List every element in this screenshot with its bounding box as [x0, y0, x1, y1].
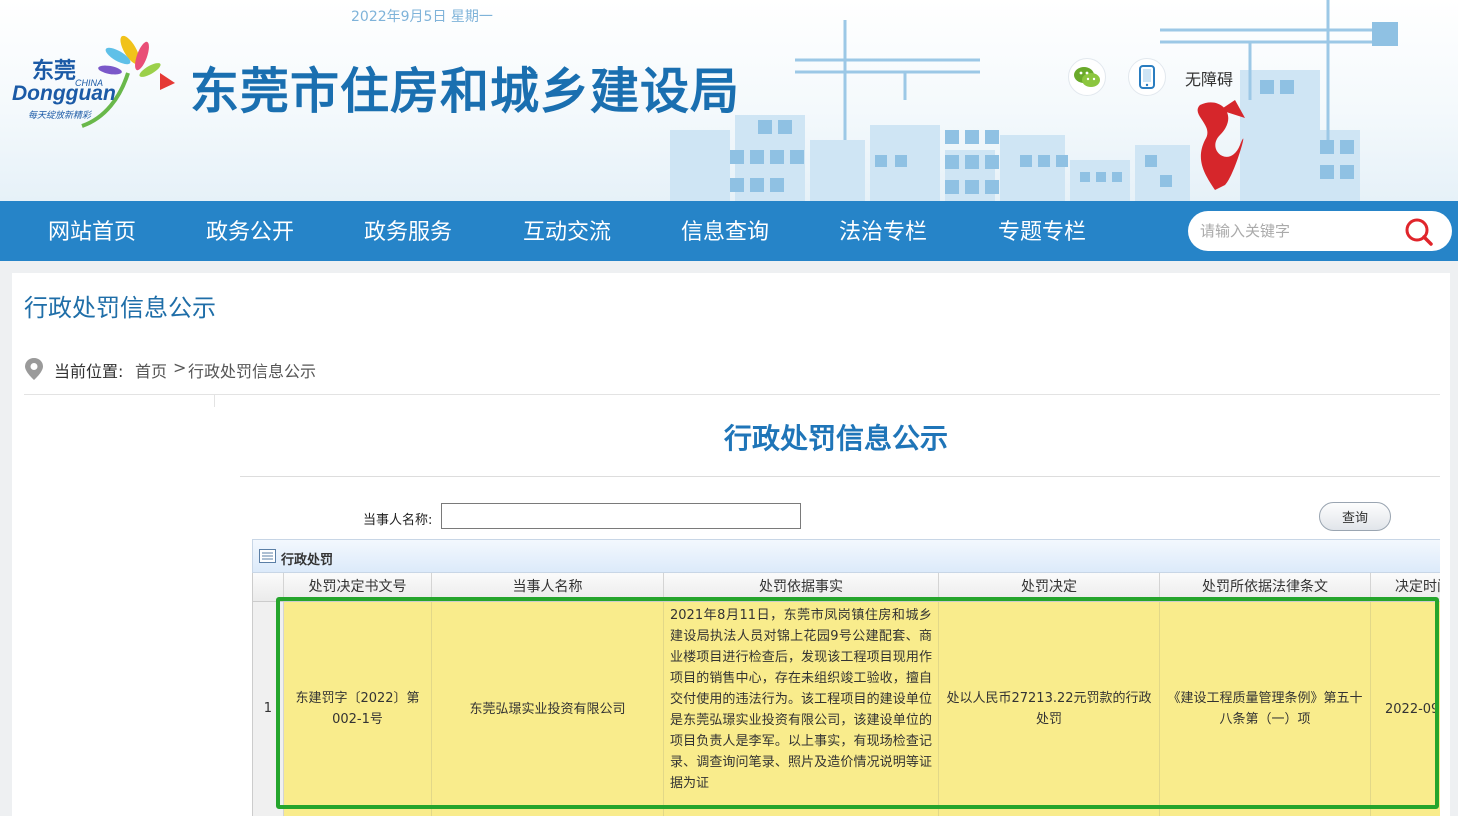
search-icon[interactable] [1403, 216, 1435, 248]
search-input[interactable] [1200, 219, 1400, 243]
party-name-label: 当事人名称: [363, 513, 433, 528]
sidebar-divider [214, 395, 215, 407]
breadcrumb-current[interactable]: 行政处罚信息公示 [188, 358, 316, 382]
logo-slogan: 每天绽放新精彩 [28, 110, 93, 120]
nav-item-special-topics[interactable]: 专题专栏 [998, 201, 1086, 261]
wechat-icon [1074, 67, 1100, 87]
main-nav: 网站首页 政务公开 政务服务 互动交流 信息查询 法治专栏 专题专栏 [0, 201, 1458, 261]
nav-item-info-query[interactable]: 信息查询 [681, 201, 769, 261]
breadcrumb-label: 当前位置: [54, 362, 124, 381]
breadcrumb-home-link[interactable]: 首页 [135, 358, 167, 382]
nav-item-gov-service[interactable]: 政务服务 [364, 201, 452, 261]
grid-list-icon [259, 549, 276, 563]
nav-item-gov-affairs[interactable]: 政务公开 [206, 201, 294, 261]
mobile-icon [1139, 65, 1155, 89]
divider [24, 394, 1440, 395]
query-button[interactable]: 查询 [1319, 502, 1391, 531]
logo-text-cn: 东莞 [32, 58, 76, 83]
grid-header [252, 539, 1440, 573]
location-pin-icon [25, 358, 43, 380]
frame-title: 行政处罚信息公示 [724, 422, 949, 455]
wechat-button[interactable] [1068, 58, 1106, 96]
frame-divider [240, 476, 1440, 477]
grid-caption: 行政处罚 [281, 553, 334, 568]
selection-highlight-box [276, 597, 1439, 809]
breadcrumb-separator: > [173, 358, 187, 377]
site-header: 2022年9月5日 星期一 东莞 CHINA Dongguan 每天绽放新精彩 … [0, 0, 1458, 201]
page-title: 行政处罚信息公示 [24, 294, 216, 322]
nav-item-home[interactable]: 网站首页 [48, 201, 136, 261]
logo-text-en: Dongguan [12, 82, 116, 105]
party-name-input[interactable] [441, 503, 801, 529]
accessibility-link[interactable]: 无障碍 [1185, 66, 1233, 90]
dongguan-logo: 东莞 CHINA Dongguan 每天绽放新精彩 [12, 35, 175, 128]
site-title: 东莞市住房和城乡建设局 [190, 63, 741, 120]
current-date: 2022年9月5日 星期一 [351, 9, 493, 25]
mobile-button[interactable] [1128, 58, 1166, 96]
nav-item-rule-of-law[interactable]: 法治专栏 [839, 201, 927, 261]
nav-item-interaction[interactable]: 互动交流 [523, 201, 611, 261]
city-skyline-illustration [670, 0, 1398, 201]
